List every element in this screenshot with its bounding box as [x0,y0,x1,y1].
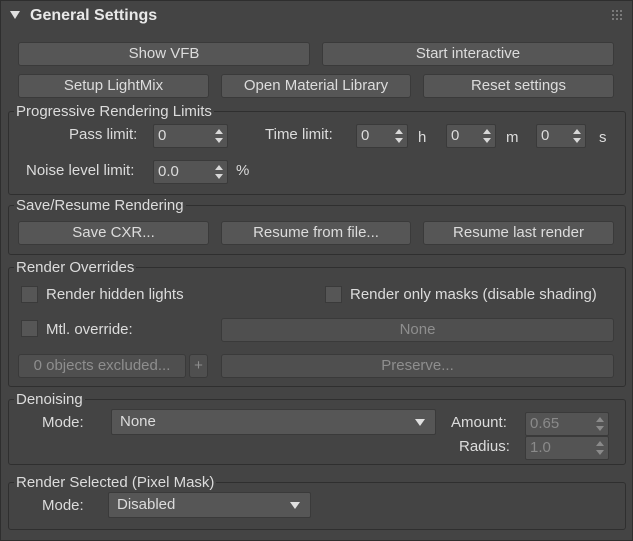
radius-value: 1.0 [530,439,551,456]
spinner-arrows-icon[interactable] [214,127,224,145]
only-masks-checkbox[interactable] [325,286,342,303]
hidden-lights-checkbox[interactable] [21,286,38,303]
minutes-value: 0 [451,127,460,144]
denoising-mode-dropdown[interactable]: None [111,409,436,435]
noise-level-spinner[interactable]: 0.0 [153,160,228,184]
seconds-spinner[interactable]: 0 [536,124,586,148]
chevron-down-icon [290,502,300,509]
amount-value: 0.65 [530,415,560,432]
progressive-limits-group [8,111,626,195]
noise-level-value: 0.0 [158,163,179,180]
pixel-mask-mode-dropdown[interactable]: Disabled [108,492,311,518]
denoising-title: Denoising [14,391,85,408]
pass-limit-value: 0 [158,127,167,144]
mtl-override-label[interactable]: Mtl. override: [46,321,133,339]
preserve-button[interactable]: Preserve... [221,354,614,378]
spinner-arrows-icon[interactable] [595,439,605,457]
minutes-unit: m [506,129,519,146]
rollout-title[interactable]: General Settings [30,7,157,25]
spinner-arrows-icon[interactable] [394,127,404,145]
spinner-arrows-icon[interactable] [482,127,492,145]
spinner-arrows-icon[interactable] [572,127,582,145]
reset-settings-button[interactable]: Reset settings [423,74,614,98]
progressive-limits-title: Progressive Rendering Limits [14,103,214,120]
add-excluded-button[interactable]: + [189,354,208,378]
pixel-mask-mode-label: Mode: [42,497,84,514]
hidden-lights-label[interactable]: Render hidden lights [46,286,184,304]
noise-level-unit: % [236,162,250,179]
hours-unit: h [418,129,427,146]
radius-spinner[interactable]: 1.0 [525,436,609,460]
start-interactive-button[interactable]: Start interactive [322,42,614,66]
time-limit-label: Time limit: [265,126,333,143]
amount-label: Amount: [451,414,507,431]
pass-limit-spinner[interactable]: 0 [153,124,228,148]
resume-last-render-button[interactable]: Resume last render [423,221,614,245]
noise-level-label: Noise level limit: [26,162,135,179]
spinner-arrows-icon[interactable] [595,415,605,433]
seconds-unit: s [599,129,607,146]
pixel-mask-title: Render Selected (Pixel Mask) [14,474,217,491]
save-cxr-button[interactable]: Save CXR... [18,221,209,245]
only-masks-label[interactable]: Render only masks (disable shading) [350,286,597,304]
minutes-spinner[interactable]: 0 [446,124,496,148]
seconds-value: 0 [541,127,550,144]
chevron-down-icon [415,419,425,426]
drag-grip-icon[interactable] [612,10,622,20]
objects-excluded-button[interactable]: 0 objects excluded... [18,354,186,378]
denoising-mode-value: None [120,413,156,430]
mtl-override-checkbox[interactable] [21,320,38,337]
radius-label: Radius: [459,438,510,455]
render-overrides-title: Render Overrides [14,259,137,276]
hours-spinner[interactable]: 0 [356,124,408,148]
hours-value: 0 [361,127,370,144]
mtl-override-button[interactable]: None [221,318,614,342]
amount-spinner[interactable]: 0.65 [525,412,609,436]
save-resume-title: Save/Resume Rendering [14,197,186,214]
pixel-mask-mode-value: Disabled [117,496,176,513]
show-vfb-button[interactable]: Show VFB [18,42,310,66]
denoising-mode-label: Mode: [42,414,84,431]
spinner-arrows-icon[interactable] [214,163,224,181]
open-material-library-button[interactable]: Open Material Library [221,74,411,98]
resume-from-file-button[interactable]: Resume from file... [221,221,411,245]
pass-limit-label: Pass limit: [69,126,138,143]
setup-lightmix-button[interactable]: Setup LightMix [18,74,209,98]
collapse-triangle-icon[interactable] [10,11,20,19]
